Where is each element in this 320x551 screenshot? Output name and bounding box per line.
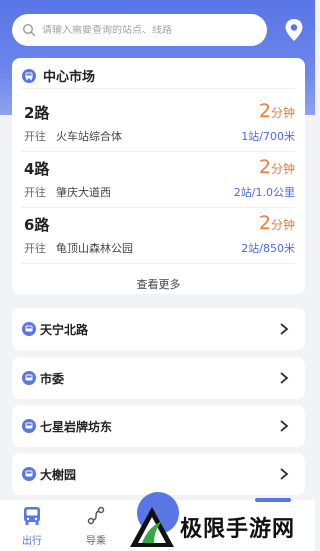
watermark-logo-icon: [130, 506, 174, 547]
route-direction: 开往 肇庆大道西: [24, 186, 111, 199]
tab-travel[interactable]: 出行: [12, 506, 52, 547]
chevron-right-icon: [280, 468, 289, 480]
bus-front-icon: [24, 507, 40, 525]
bus-stop-icon: [22, 467, 36, 481]
see-more-link[interactable]: 查看更多: [12, 276, 305, 292]
divider: [22, 88, 295, 89]
route-icon: [87, 506, 105, 525]
bus-stop-icon: [22, 68, 36, 83]
route-direction: 开往 火车站综合体: [24, 130, 122, 143]
route-destination: 肇庆大道西: [56, 186, 111, 199]
chevron-right-icon: [280, 372, 289, 384]
route-item[interactable]: 2路 开往 火车站综合体 2分钟 1站/700米: [24, 100, 295, 150]
route-direction: 开往 龟顶山森林公园: [24, 242, 133, 255]
bus-stop-icon: [22, 371, 36, 385]
main-stop-card: 中心市场 2路 开往 火车站综合体 2分钟 1站/700米 4路 开往 肇庆大道西 …: [12, 58, 305, 294]
bus-stop-icon: [22, 419, 36, 433]
nearby-stop-name: 市委: [40, 372, 65, 386]
tab-label: 导乘: [86, 536, 106, 547]
watermark-text: 极限手游网: [180, 516, 296, 542]
main-stop-header[interactable]: 中心市场: [22, 66, 95, 85]
location-pin-icon[interactable]: [284, 18, 304, 42]
route-name: 6路: [24, 216, 50, 234]
route-distance: 2站/1.0公里: [233, 186, 295, 199]
route-item[interactable]: 6路 开往 龟顶山森林公园 2分钟 2站/850米: [24, 212, 295, 262]
route-eta: 2分钟: [258, 212, 295, 234]
chevron-right-icon: [280, 420, 289, 432]
nearby-stop-row[interactable]: 大榭园: [12, 453, 305, 495]
chevron-right-icon: [280, 323, 289, 335]
nearby-stop-row[interactable]: 七星岩牌坊东: [12, 405, 305, 447]
main-stop-name: 中心市场: [43, 70, 96, 85]
route-name: 2路: [24, 104, 50, 122]
route-distance: 2站/850米: [241, 242, 295, 255]
route-destination: 火车站综合体: [56, 130, 122, 143]
route-eta: 2分钟: [258, 156, 295, 178]
route-distance: 1站/700米: [241, 130, 295, 143]
nearby-stop-name: 七星岩牌坊东: [40, 420, 113, 434]
route-name: 4路: [24, 160, 50, 178]
divider: [22, 263, 295, 264]
divider: [22, 207, 295, 208]
route-eta: 2分钟: [258, 100, 295, 122]
search-icon: [22, 23, 36, 37]
nearby-stop-row[interactable]: 市委: [12, 357, 305, 399]
tab-guide[interactable]: 导乘: [76, 506, 116, 547]
watermark: 极限手游网: [128, 502, 315, 551]
divider: [22, 151, 295, 152]
nearby-stop-name: 天宁北路: [40, 323, 89, 337]
search-input[interactable]: [42, 24, 262, 36]
tab-label: 出行: [22, 536, 42, 547]
bus-stop-icon: [22, 322, 36, 336]
nearby-stop-name: 大榭园: [40, 468, 77, 482]
route-item[interactable]: 4路 开往 肇庆大道西 2分钟 2站/1.0公里: [24, 156, 295, 206]
search-bar[interactable]: [12, 14, 267, 46]
route-destination: 龟顶山森林公园: [56, 242, 133, 255]
nearby-stop-row[interactable]: 天宁北路: [12, 308, 305, 350]
